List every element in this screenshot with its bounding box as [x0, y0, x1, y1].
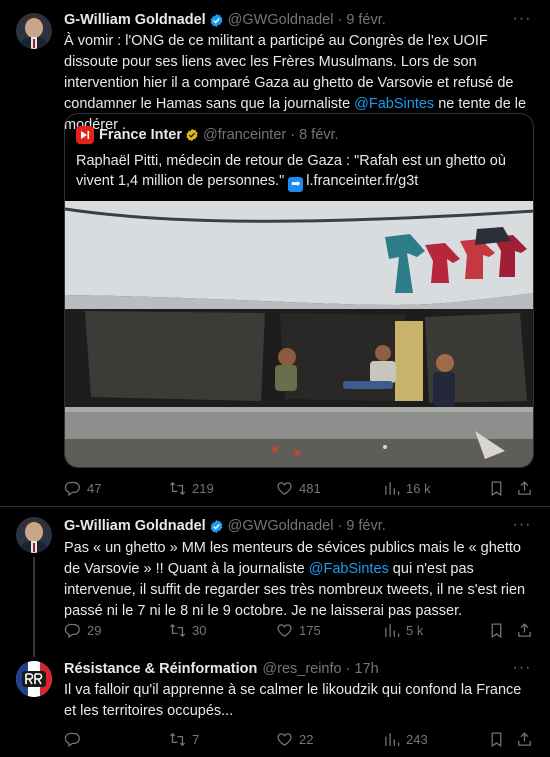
quote-text: Raphaël Pitti, médecin de retour de Gaza… [76, 153, 506, 192]
reply-button[interactable]: 47 [64, 478, 101, 498]
views-chart-icon [385, 623, 400, 637]
tweet-date[interactable]: 9 févr. [346, 12, 386, 28]
view-count: 5 k [406, 622, 424, 638]
more-options-icon[interactable]: ··· [512, 11, 532, 28]
retweet-button[interactable]: 30 [169, 620, 206, 640]
reply-count: 29 [87, 622, 102, 638]
like-button[interactable]: 22 [276, 729, 313, 749]
share-icon [518, 480, 531, 495]
reply-button[interactable]: 29 [64, 620, 101, 640]
author-handle[interactable]: @GWGoldnadel [228, 12, 334, 28]
share-button[interactable] [516, 620, 533, 640]
verified-badge-icon [210, 519, 223, 533]
tweet-date[interactable]: 9 févr. [346, 518, 386, 534]
tweet-header: G-William Goldnadel @GWGoldnadel · 9 fév… [64, 516, 386, 536]
more-options-icon[interactable]: ··· [512, 660, 532, 677]
separator-dot: · [337, 518, 343, 534]
heart-icon [277, 732, 292, 746]
tweet-text: Pas « un ghetto » MM les menteurs de sév… [64, 540, 526, 619]
like-button[interactable]: 175 [276, 620, 321, 640]
like-button[interactable]: 481 [276, 478, 321, 498]
quote-author-handle[interactable]: @franceinter [203, 127, 286, 143]
tweet-header: Résistance & Réinformation @res_reinfo ·… [64, 659, 379, 679]
views-button[interactable]: 16 k [383, 478, 431, 498]
reply-icon [64, 481, 80, 496]
retweet-icon [169, 732, 186, 746]
views-chart-icon [385, 732, 400, 746]
separator-dot: · [345, 661, 351, 677]
mention-link[interactable]: @FabSintes [354, 96, 434, 112]
bookmark-button[interactable] [488, 478, 505, 498]
quote-photo[interactable] [65, 201, 534, 468]
retweet-button[interactable]: 7 [169, 729, 199, 749]
author-avatar[interactable] [16, 661, 52, 697]
thread-connector-line [33, 557, 35, 657]
tweet-1[interactable]: G-William Goldnadel @GWGoldnadel · 9 fév… [0, 0, 550, 505]
author-avatar[interactable] [16, 517, 52, 553]
mention-link[interactable]: @FabSintes [309, 561, 389, 577]
reply-icon [64, 732, 80, 747]
reply-button[interactable] [64, 729, 87, 749]
tweet-text: Il va falloir qu'il apprenne à se calmer… [64, 682, 522, 719]
bookmark-icon [491, 480, 502, 496]
verified-badge-icon [210, 13, 223, 27]
quoted-tweet[interactable]: France Inter @franceinter · 8 févr. Raph… [64, 113, 534, 468]
retweet-icon [169, 623, 186, 637]
author-name[interactable]: Résistance & Réinformation [64, 661, 257, 677]
quote-author-name[interactable]: France Inter [99, 127, 182, 143]
view-count: 16 k [406, 480, 431, 496]
tweet-actions: 29 30 175 5 k [64, 620, 534, 640]
like-count: 22 [299, 731, 314, 747]
tweet-header: G-William Goldnadel @GWGoldnadel · 9 fév… [64, 10, 386, 30]
bookmark-icon [491, 622, 502, 638]
quote-date[interactable]: 8 févr. [299, 127, 339, 143]
quote-link[interactable]: l.franceinter.fr/g3t [306, 173, 418, 189]
author-handle[interactable]: @GWGoldnadel [228, 518, 334, 534]
verified-organization-badge-icon [186, 128, 198, 142]
view-count: 243 [406, 731, 428, 747]
tweet-3[interactable]: Résistance & Réinformation @res_reinfo ·… [0, 657, 550, 757]
retweet-icon [169, 481, 186, 495]
retweet-count: 219 [192, 480, 214, 496]
right-arrow-emoji-icon: ➡ [288, 177, 304, 192]
bookmark-button[interactable] [488, 620, 505, 640]
share-button[interactable] [516, 729, 533, 749]
heart-icon [277, 623, 292, 637]
views-button[interactable]: 5 k [383, 620, 423, 640]
more-options-icon[interactable]: ··· [512, 517, 532, 534]
author-handle[interactable]: @res_reinfo [262, 661, 341, 677]
share-button[interactable] [516, 478, 533, 498]
tweet-actions: 47 219 481 16 k [64, 478, 534, 498]
share-icon [518, 622, 531, 637]
author-name[interactable]: G-William Goldnadel [64, 12, 206, 28]
views-chart-icon [385, 481, 400, 495]
retweet-count: 30 [192, 622, 207, 638]
tweet-2[interactable]: G-William Goldnadel @GWGoldnadel · 9 fév… [0, 507, 550, 657]
share-icon [518, 731, 531, 746]
separator-dot: · [290, 127, 296, 143]
views-button[interactable]: 243 [383, 729, 428, 749]
bookmark-button[interactable] [488, 729, 505, 749]
author-name[interactable]: G-William Goldnadel [64, 518, 206, 534]
heart-icon [277, 481, 292, 495]
like-count: 481 [299, 480, 321, 496]
like-count: 175 [299, 622, 321, 638]
retweet-button[interactable]: 219 [169, 478, 214, 498]
tweet-date[interactable]: 17h [354, 661, 378, 677]
quote-header: France Inter @franceinter · 8 févr. [76, 126, 339, 144]
france-inter-logo-icon [76, 126, 94, 144]
retweet-count: 7 [192, 731, 200, 747]
bookmark-icon [491, 731, 502, 747]
separator-dot: · [337, 12, 343, 28]
reply-count: 47 [87, 480, 102, 496]
reply-icon [64, 623, 80, 638]
resistance-reinformation-logo-icon [16, 661, 52, 697]
tweet-actions: 7 22 243 [64, 729, 534, 749]
author-avatar[interactable] [16, 13, 52, 49]
